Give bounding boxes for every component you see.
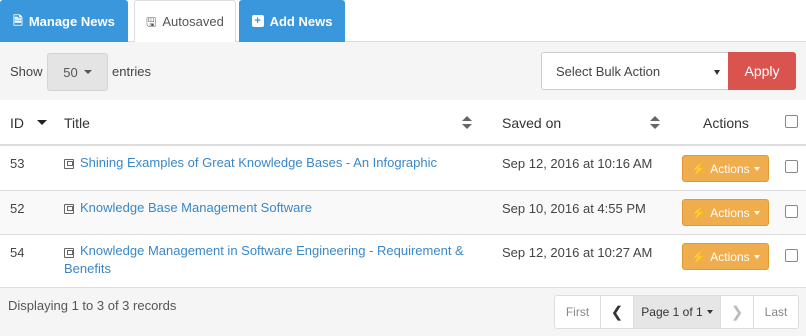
sort-descending-icon[interactable] — [37, 120, 47, 125]
bulk-action-select[interactable]: Select Bulk Action — [541, 52, 729, 90]
document-icon: 🗎 — [13, 14, 23, 28]
page-label: Page 1 of 1 — [641, 305, 703, 319]
chevron-left-icon: ❮ — [610, 304, 624, 321]
pager-next-button[interactable]: ❯ — [720, 295, 754, 329]
table-row: 53 Shining Examples of Great Knowledge B… — [0, 146, 806, 191]
row-saved-on: Sep 10, 2016 at 4:55 PM — [502, 201, 646, 216]
row-title-link[interactable]: Knowledge Management in Software Enginee… — [64, 242, 474, 278]
tab-manage-news[interactable]: 🗎 Manage News — [0, 0, 128, 42]
pager-prev-button[interactable]: ❮ — [600, 295, 634, 329]
row-checkbox[interactable] — [785, 205, 798, 218]
chevron-down-icon — [753, 254, 760, 259]
actions-button[interactable]: ⚡ Actions — [682, 243, 769, 270]
tab-add-news[interactable]: + Add News — [239, 0, 345, 42]
tab-autosaved-label: Autosaved — [162, 14, 224, 29]
table-footer: Displaying 1 to 3 of 3 records First ❮ P… — [0, 288, 806, 336]
chevron-down-icon — [753, 210, 760, 215]
bulk-action-value: Select Bulk Action — [556, 63, 661, 79]
chevron-down-icon — [714, 70, 720, 75]
lightning-icon: ⚡ — [691, 161, 707, 176]
column-header-saved-on[interactable]: Saved on — [502, 115, 561, 131]
pager-first-button[interactable]: First — [554, 295, 601, 329]
table-toolbar: Show 50 entries Select Bulk Action Apply — [0, 42, 806, 100]
plus-square-icon: + — [251, 15, 264, 27]
row-id: 53 — [10, 156, 25, 171]
actions-label: Actions — [710, 161, 750, 176]
row-checkbox[interactable] — [785, 160, 798, 173]
lightning-icon: ⚡ — [691, 249, 707, 264]
row-title-link[interactable]: Shining Examples of Great Knowledge Base… — [80, 154, 480, 172]
actions-label: Actions — [710, 205, 750, 220]
show-label: Show — [10, 64, 43, 79]
actions-label: Actions — [710, 249, 750, 264]
pager-last-button[interactable]: Last — [753, 295, 799, 329]
column-header-id[interactable]: ID — [10, 115, 24, 131]
lightning-icon: ⚡ — [691, 205, 707, 220]
records-info: Displaying 1 to 3 of 3 records — [8, 298, 177, 313]
save-icon — [64, 204, 74, 214]
table-row: 54 Knowledge Management in Software Engi… — [0, 235, 806, 288]
pager-page-select[interactable]: Page 1 of 1 — [633, 295, 721, 329]
row-checkbox[interactable] — [785, 249, 798, 262]
apply-button[interactable]: Apply — [728, 52, 796, 90]
row-title-link[interactable]: Knowledge Base Management Software — [80, 199, 480, 217]
table-header: ID Title Saved on Actions — [0, 100, 806, 146]
actions-button[interactable]: ⚡ Actions — [682, 199, 769, 226]
row-saved-on: Sep 12, 2016 at 10:16 AM — [502, 156, 653, 171]
chevron-down-icon — [753, 166, 760, 171]
row-id: 54 — [10, 245, 25, 260]
chevron-right-icon: ❯ — [730, 304, 744, 321]
sort-icon[interactable] — [462, 116, 472, 130]
chevron-down-icon — [706, 310, 713, 314]
entries-label: entries — [112, 64, 152, 79]
entries-value: 50 — [63, 64, 78, 80]
tab-autosaved[interactable]: 🖫 Autosaved — [134, 0, 236, 43]
entries-per-page-select[interactable]: 50 — [47, 53, 108, 91]
tab-bar: 🗎 Manage News 🖫 Autosaved + Add News — [0, 0, 806, 43]
chevron-down-icon — [83, 70, 92, 74]
row-saved-on: Sep 12, 2016 at 10:27 AM — [502, 245, 653, 260]
tab-manage-news-label: Manage News — [28, 13, 115, 29]
save-icon: 🖫 — [146, 14, 157, 29]
column-header-actions: Actions — [703, 115, 749, 131]
row-id: 52 — [10, 201, 25, 216]
actions-button[interactable]: ⚡ Actions — [682, 155, 769, 182]
table-row: 52 Knowledge Base Management Software Se… — [0, 191, 806, 235]
column-header-title[interactable]: Title — [64, 115, 90, 131]
sort-icon[interactable] — [650, 116, 660, 130]
save-icon — [64, 159, 74, 169]
tab-add-news-label: Add News — [269, 13, 333, 29]
select-all-checkbox[interactable] — [785, 115, 798, 128]
